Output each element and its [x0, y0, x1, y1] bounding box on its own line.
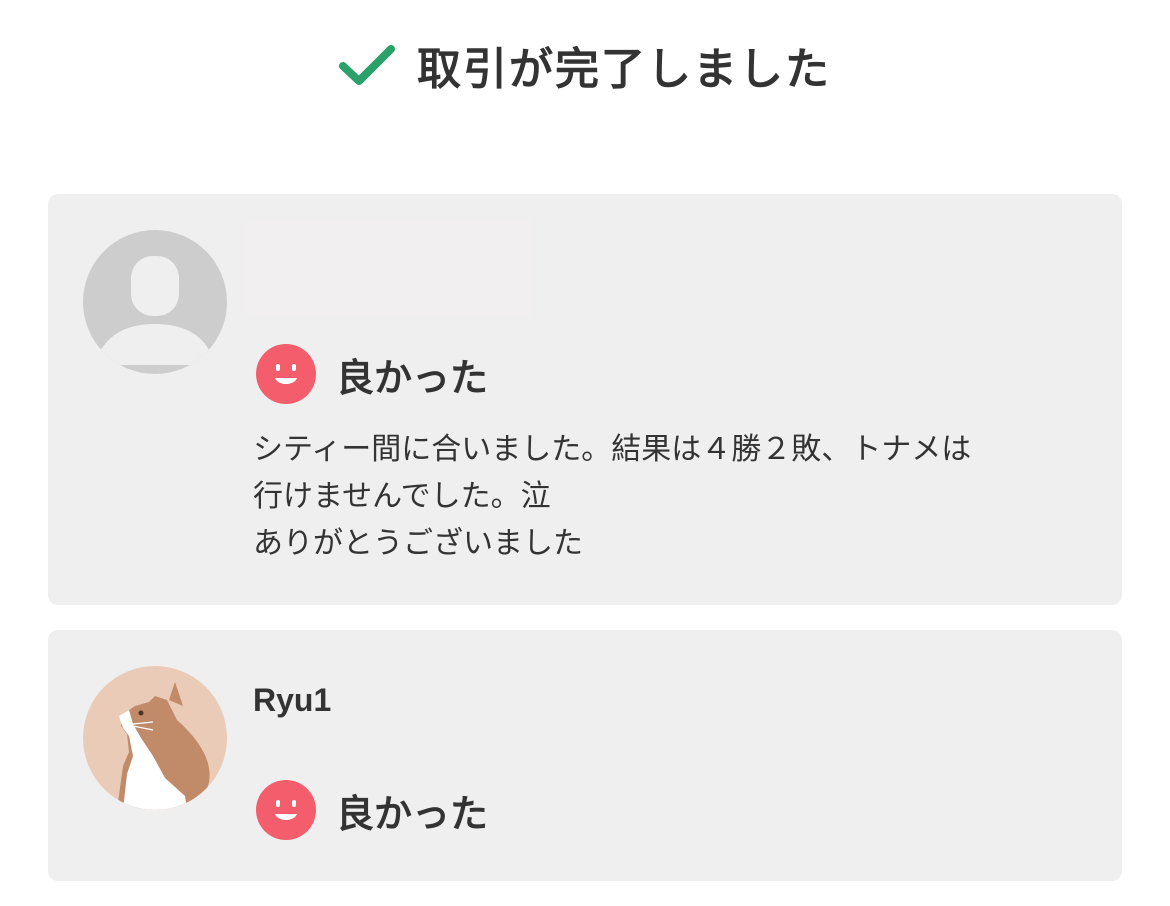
smile-face-icon	[256, 780, 316, 840]
comment-line: 行けませんでした。泣	[253, 479, 551, 514]
default-user-avatar[interactable]	[83, 230, 227, 374]
rating-label: 良かった	[336, 355, 489, 400]
review-comment: シティー間に合いました。結果は４勝２敗、トナメは 行けませんでした。泣 ありがと…	[253, 426, 1093, 567]
cat-avatar[interactable]	[83, 666, 227, 810]
comment-line: ありがとうございました	[253, 526, 583, 561]
review-card: Ryu1 良かった	[48, 630, 1122, 881]
username[interactable]: Ryu1	[253, 682, 331, 719]
checkmark-icon	[339, 45, 395, 85]
rating: 良かった	[256, 344, 488, 404]
review-card: 良かった シティー間に合いました。結果は４勝２敗、トナメは 行けませんでした。泣…	[48, 194, 1122, 605]
smile-face-icon	[256, 344, 316, 404]
rating: 良かった	[256, 780, 488, 840]
comment-line: シティー間に合いました。結果は４勝２敗、トナメは	[253, 432, 972, 467]
page-title: 取引が完了しました	[417, 44, 831, 95]
completion-header: 取引が完了しました	[0, 30, 1170, 100]
rating-label: 良かった	[336, 791, 489, 836]
username-redacted-area	[246, 220, 532, 316]
